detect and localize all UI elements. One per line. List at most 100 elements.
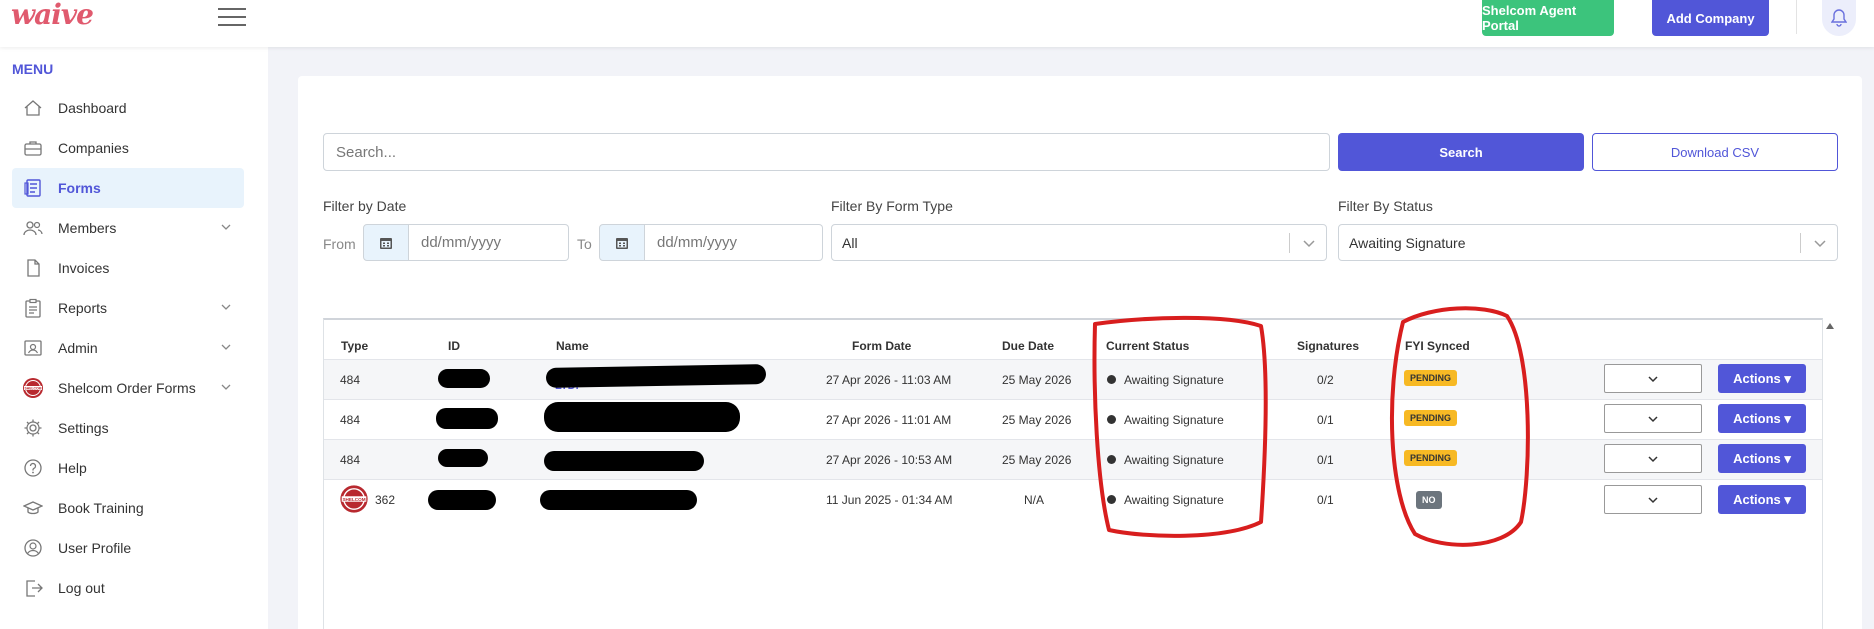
chevron-down-icon — [221, 224, 231, 230]
chevron-down-icon — [1648, 455, 1658, 462]
sidebar-item-companies[interactable]: Companies — [12, 128, 244, 168]
actions-button[interactable]: Actions ▾ — [1718, 364, 1806, 393]
row-status: Awaiting Signature — [1124, 453, 1224, 467]
shelcom-logo-icon: SHELCOM — [22, 377, 44, 399]
redacted-name — [540, 490, 697, 510]
graduation-icon — [22, 497, 44, 519]
chevron-down-icon — [221, 344, 231, 350]
chevron-down-icon — [221, 304, 231, 310]
row-signatures: 0/2 — [1317, 373, 1334, 387]
users-icon — [22, 217, 44, 239]
row-type: 362 — [375, 493, 396, 507]
status-dot — [1107, 455, 1116, 464]
chevron-down-icon — [1648, 415, 1658, 422]
scroll-up-arrow-icon[interactable] — [1824, 320, 1836, 332]
actions-button[interactable]: Actions ▾ — [1718, 404, 1806, 433]
chevron-down-icon — [1303, 240, 1315, 248]
row-select-dropdown[interactable] — [1604, 444, 1702, 473]
column-header-id[interactable]: ID — [448, 339, 460, 353]
row-select-dropdown[interactable] — [1604, 364, 1702, 393]
actions-button[interactable]: Actions ▾ — [1718, 444, 1806, 473]
briefcase-icon — [22, 137, 44, 159]
top-bar: waive Shelcom Agent Portal Add Company — [0, 0, 1874, 47]
sidebar-item-forms[interactable]: Forms — [12, 168, 244, 208]
sidebar-item-book-training[interactable]: Book Training — [12, 488, 244, 528]
chevron-down-icon — [1814, 240, 1826, 248]
filter-by-date-label: Filter by Date — [323, 198, 407, 214]
admin-icon — [22, 337, 44, 359]
status-dot — [1107, 415, 1116, 424]
file-icon — [22, 257, 44, 279]
redacted-name — [544, 451, 704, 471]
redacted-id — [428, 490, 496, 510]
sidebar-item-settings[interactable]: Settings — [12, 408, 244, 448]
row-form-date: 27 Apr 2026 - 11:01 AM — [826, 413, 952, 427]
notification-bell-icon[interactable] — [1822, 0, 1856, 36]
row-type: 484 — [340, 453, 361, 467]
sidebar-item-shelcom-order-forms[interactable]: SHELCOM Shelcom Order Forms — [12, 368, 244, 408]
filter-by-status-label: Filter By Status — [1338, 198, 1433, 214]
logout-icon — [22, 577, 44, 599]
chevron-down-icon — [1648, 375, 1658, 382]
sidebar-item-invoices[interactable]: Invoices — [12, 248, 244, 288]
header-divider — [1796, 0, 1797, 34]
sidebar-item-members[interactable]: Members — [12, 208, 244, 248]
forms-icon — [22, 177, 44, 199]
row-form-date: 27 Apr 2026 - 11:03 AM — [826, 373, 952, 387]
chevron-down-icon — [1648, 496, 1658, 503]
actions-button[interactable]: Actions ▾ — [1718, 485, 1806, 514]
download-csv-button[interactable]: Download CSV — [1592, 133, 1838, 171]
gear-icon — [22, 417, 44, 439]
sidebar-item-reports[interactable]: Reports — [12, 288, 244, 328]
status-select[interactable]: Awaiting Signature — [1338, 224, 1838, 261]
add-company-button[interactable]: Add Company — [1652, 0, 1769, 36]
row-type: 484 — [340, 413, 361, 427]
to-date-input[interactable]: dd/mm/yyyy — [645, 224, 823, 261]
search-input[interactable] — [323, 133, 1330, 171]
row-status: Awaiting Signature — [1124, 413, 1224, 427]
column-header-fyi-synced[interactable]: FYI Synced — [1405, 339, 1470, 353]
column-header-signatures[interactable]: Signatures — [1297, 339, 1359, 353]
clipboard-icon — [22, 297, 44, 319]
to-label: To — [577, 236, 592, 252]
row-signatures: 0/1 — [1317, 493, 1334, 507]
redacted-id — [436, 408, 498, 429]
sidebar: MENU Dashboard Companies Forms Members I… — [0, 47, 268, 629]
hamburger-menu-icon[interactable] — [218, 8, 246, 26]
calendar-icon[interactable] — [363, 224, 409, 261]
sidebar-item-log-out[interactable]: Log out — [12, 568, 244, 608]
help-icon — [22, 457, 44, 479]
row-due-date: 25 May 2026 — [1002, 453, 1072, 467]
sidebar-item-dashboard[interactable]: Dashboard — [12, 88, 244, 128]
row-signatures: 0/1 — [1317, 453, 1334, 467]
from-date-input[interactable]: dd/mm/yyyy — [409, 224, 569, 261]
sidebar-item-admin[interactable]: Admin — [12, 328, 244, 368]
column-header-form-date[interactable]: Form Date — [852, 339, 911, 353]
row-type: 484 — [340, 373, 361, 387]
column-header-type[interactable]: Type — [341, 339, 368, 353]
shelcom-logo-icon: SHELCOM — [340, 485, 368, 513]
form-type-select[interactable]: All — [831, 224, 1327, 261]
shelcom-agent-portal-button[interactable]: Shelcom Agent Portal — [1482, 0, 1614, 36]
search-button[interactable]: Search — [1338, 133, 1584, 171]
column-header-due-date[interactable]: Due Date — [1002, 339, 1054, 353]
sidebar-item-help[interactable]: Help — [12, 448, 244, 488]
menu-title: MENU — [12, 61, 54, 77]
row-due-date: N/A — [1024, 493, 1045, 507]
row-select-dropdown[interactable] — [1604, 404, 1702, 433]
row-form-date: 11 Jun 2025 - 01:34 AM — [826, 493, 953, 507]
fyi-status-badge: PENDING — [1404, 410, 1458, 426]
row-select-dropdown[interactable] — [1604, 485, 1702, 514]
column-header-name[interactable]: Name — [556, 339, 589, 353]
redacted-id — [438, 449, 488, 467]
filter-by-form-type-label: Filter By Form Type — [831, 198, 953, 214]
sidebar-item-user-profile[interactable]: User Profile — [12, 528, 244, 568]
row-status: Awaiting Signature — [1124, 373, 1224, 387]
calendar-icon[interactable] — [599, 224, 645, 261]
column-header-current-status[interactable]: Current Status — [1106, 339, 1189, 353]
waive-logo[interactable]: waive — [11, 0, 94, 31]
row-form-date: 27 Apr 2026 - 10:53 AM — [826, 453, 953, 467]
row-signatures: 0/1 — [1317, 413, 1334, 427]
home-icon — [22, 97, 44, 119]
svg-text:SHELCOM: SHELCOM — [342, 497, 365, 502]
